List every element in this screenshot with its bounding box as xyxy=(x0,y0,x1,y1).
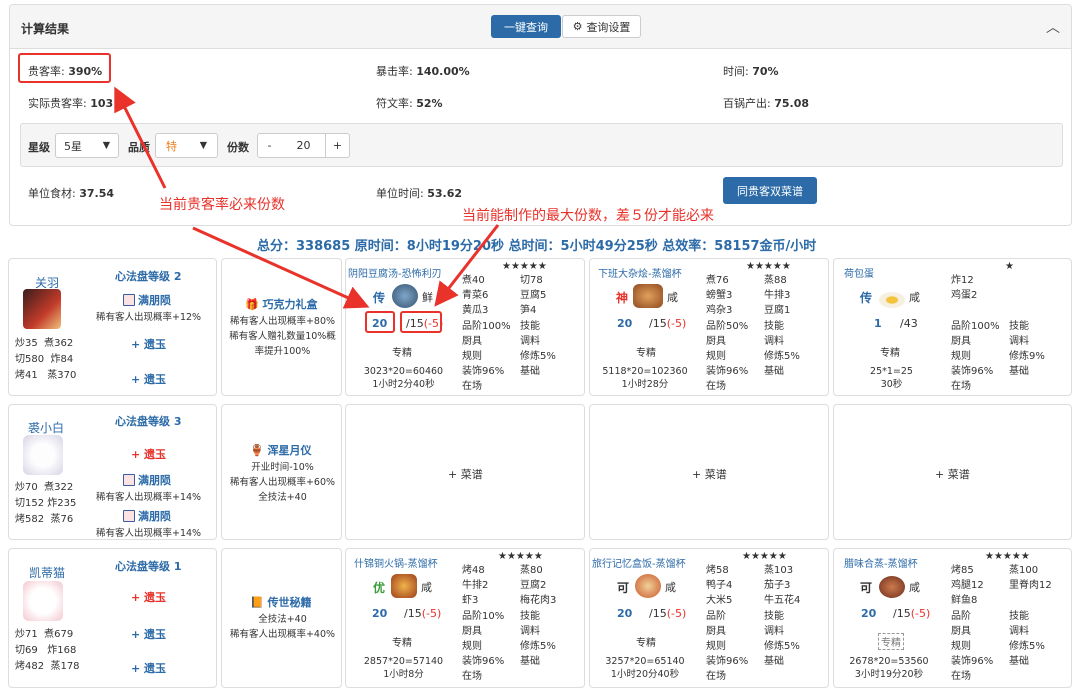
arrow-to-guest-rate xyxy=(114,86,167,189)
annotation-arrows xyxy=(114,86,500,309)
arrow-to-max xyxy=(434,224,500,307)
arrow-to-count xyxy=(192,226,370,309)
